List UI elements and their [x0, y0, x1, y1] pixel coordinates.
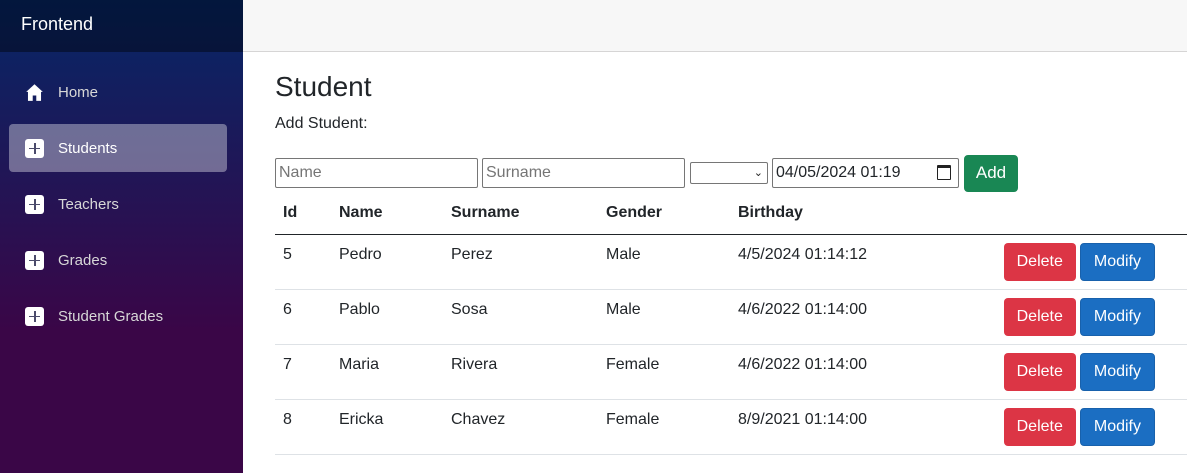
column-header-id: Id	[275, 193, 331, 235]
gender-select[interactable]: ⌄	[690, 162, 768, 184]
delete-button[interactable]: Delete	[1003, 297, 1076, 336]
cell-actions: Delete Modify	[950, 399, 1187, 455]
sidebar-item-label: Teachers	[58, 195, 119, 213]
sidebar-item-label: Grades	[58, 251, 108, 269]
cell-gender: Female	[598, 344, 730, 400]
home-icon	[25, 83, 44, 102]
column-header-birthday: Birthday	[730, 193, 950, 235]
cell-birthday: 8/9/2021 01:14:00	[730, 399, 950, 455]
brand-title[interactable]: Frontend	[0, 0, 243, 52]
cell-id: 5	[275, 234, 331, 290]
cell-actions: Delete Modify	[950, 344, 1187, 400]
delete-button[interactable]: Delete	[1003, 407, 1076, 446]
add-button[interactable]: Add	[964, 154, 1018, 192]
cell-actions: Delete Modify	[950, 234, 1187, 290]
main-content: Student Add Student: ⌄ 04/05/2024 01:19 …	[275, 52, 1187, 455]
table-row: 6 Pablo Sosa Male 4/6/2022 01:14:00 Dele…	[275, 289, 1187, 345]
modify-button[interactable]: Modify	[1079, 352, 1155, 391]
cell-id: 7	[275, 344, 331, 400]
cell-birthday: 4/5/2024 01:14:12	[730, 234, 950, 290]
name-input[interactable]	[275, 158, 478, 188]
add-student-form: ⌄ 04/05/2024 01:19 Add	[275, 154, 1187, 192]
modify-button[interactable]: Modify	[1079, 407, 1155, 446]
nav-menu: Home Students Teachers Grades Student Gr…	[0, 52, 243, 340]
column-header-gender: Gender	[598, 193, 730, 235]
column-header-name: Name	[331, 193, 443, 235]
table-row: 8 Ericka Chavez Female 8/9/2021 01:14:00…	[275, 399, 1187, 455]
sidebar-item-teachers[interactable]: Teachers	[9, 180, 227, 228]
sidebar-item-grades[interactable]: Grades	[9, 236, 227, 284]
calendar-icon[interactable]	[937, 165, 951, 180]
cell-birthday: 4/6/2022 01:14:00	[730, 289, 950, 345]
modify-button[interactable]: Modify	[1079, 242, 1155, 281]
chevron-down-icon: ⌄	[753, 167, 763, 179]
birthday-input-value: 04/05/2024 01:19	[776, 164, 901, 181]
cell-surname: Sosa	[443, 289, 598, 345]
cell-gender: Male	[598, 289, 730, 345]
table-row: 5 Pedro Perez Male 4/5/2024 01:14:12 Del…	[275, 234, 1187, 290]
delete-button[interactable]: Delete	[1003, 352, 1076, 391]
sidebar-item-students[interactable]: Students	[9, 124, 227, 172]
cell-surname: Perez	[443, 234, 598, 290]
sidebar-item-label: Student Grades	[58, 307, 164, 325]
cell-name: Maria	[331, 344, 443, 400]
plus-icon	[25, 194, 44, 214]
table-header-row: Id Name Surname Gender Birthday	[275, 193, 1187, 235]
sidebar-item-label: Students	[58, 139, 118, 157]
students-table: Id Name Surname Gender Birthday 5 Pedro …	[275, 193, 1187, 455]
cell-gender: Female	[598, 399, 730, 455]
cell-name: Ericka	[331, 399, 443, 455]
cell-name: Pedro	[331, 234, 443, 290]
page-title: Student	[275, 71, 372, 102]
sidebar-item-label: Home	[58, 83, 99, 101]
birthday-input[interactable]: 04/05/2024 01:19	[772, 158, 959, 188]
modify-button[interactable]: Modify	[1079, 297, 1155, 336]
sidebar-item-home[interactable]: Home	[9, 68, 227, 116]
cell-id: 6	[275, 289, 331, 345]
surname-input[interactable]	[482, 158, 685, 188]
add-student-label: Add Student:	[275, 115, 368, 132]
sidebar-item-student-grades[interactable]: Student Grades	[9, 292, 227, 340]
column-header-surname: Surname	[443, 193, 598, 235]
cell-gender: Male	[598, 234, 730, 290]
plus-icon	[25, 138, 44, 158]
sidebar: Frontend Home Students Teachers Grades S…	[0, 0, 243, 473]
cell-name: Pablo	[331, 289, 443, 345]
plus-icon	[25, 250, 44, 270]
cell-surname: Rivera	[443, 344, 598, 400]
cell-actions: Delete Modify	[950, 289, 1187, 345]
delete-button[interactable]: Delete	[1003, 242, 1076, 281]
cell-birthday: 4/6/2022 01:14:00	[730, 344, 950, 400]
cell-id: 8	[275, 399, 331, 455]
cell-surname: Chavez	[443, 399, 598, 455]
table-row: 7 Maria Rivera Female 4/6/2022 01:14:00 …	[275, 344, 1187, 400]
column-header-actions	[950, 193, 1187, 235]
plus-icon	[25, 306, 44, 326]
top-bar	[243, 0, 1187, 52]
